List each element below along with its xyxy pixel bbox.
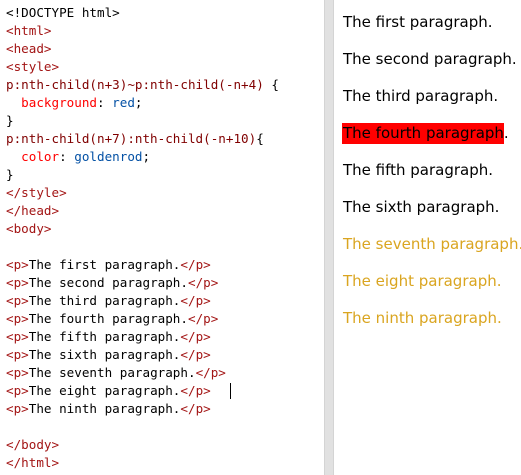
code-token: The fourth paragraph. — [28, 311, 188, 326]
preview-paragraph: The eight paragraph. — [343, 272, 502, 290]
code-line: <html> — [6, 22, 52, 40]
code-token: The ninth paragraph. — [28, 401, 181, 416]
code-line: <head> — [6, 40, 52, 58]
preview-paragraph: The second paragraph. — [343, 50, 517, 68]
text-caret — [230, 383, 231, 399]
code-line: p:nth-child(n+3)~p:nth-child(-n+4) { — [6, 76, 279, 94]
code-line: } — [6, 112, 14, 130]
code-token: color — [21, 149, 60, 164]
code-token: </p> — [180, 347, 211, 362]
code-token: <p> — [6, 293, 29, 308]
code-token: </p> — [180, 383, 211, 398]
code-token: The sixth paragraph. — [28, 347, 181, 362]
code-line: <p>The first paragraph.</p> — [6, 256, 211, 274]
code-line: p:nth-child(n+7):nth-child(-n+10){ — [6, 130, 264, 148]
code-token: p:nth-child(n+3)~p:nth-child(-n+4) — [6, 77, 264, 92]
pane-splitter[interactable] — [324, 0, 334, 475]
code-token: <p> — [6, 365, 29, 380]
preview-paragraph: The ninth paragraph. — [343, 309, 502, 327]
code-token: </p> — [187, 275, 219, 290]
code-token: The first paragraph. — [28, 257, 181, 272]
code-token: <p> — [6, 383, 29, 398]
code-token: <p> — [6, 275, 29, 290]
code-token: </html> — [6, 455, 60, 470]
code-token: red — [112, 95, 135, 110]
code-token: } — [6, 167, 14, 182]
code-token: <p> — [6, 311, 29, 326]
code-token: { — [263, 77, 279, 92]
code-token: </p> — [187, 311, 219, 326]
preview-paragraph: The seventh paragraph. — [343, 235, 521, 253]
code-token: <style> — [6, 59, 60, 74]
code-line: <p>The third paragraph.</p> — [6, 292, 211, 310]
code-line: <p>The fourth paragraph.</p> — [6, 310, 218, 328]
code-token: <p> — [6, 347, 29, 362]
code-editor[interactable]: <!DOCTYPE html> <html> <head> <style> p:nth-… — [0, 0, 324, 475]
code-token: goldenrod — [74, 149, 143, 164]
code-token: The seventh paragraph. — [28, 365, 196, 380]
code-line: <body> — [6, 220, 52, 238]
code-token: } — [6, 113, 14, 128]
code-line: </body> — [6, 436, 59, 454]
code-token: The eight paragraph. — [28, 383, 181, 398]
code-token: : — [59, 149, 75, 164]
code-token: { — [256, 131, 264, 146]
code-line: <!DOCTYPE html> — [6, 4, 120, 22]
code-token: : — [97, 95, 113, 110]
code-token: p:nth-child(n+7):nth-child(-n+10) — [6, 131, 257, 146]
code-token: </p> — [180, 257, 211, 272]
preview-paragraph: The third paragraph. — [343, 87, 499, 105]
code-token: </p> — [180, 401, 211, 416]
code-token: ; — [134, 95, 143, 110]
preview-paragraph: The first paragraph. — [343, 13, 493, 31]
code-token: The third paragraph. — [28, 293, 181, 308]
code-token: <p> — [6, 401, 29, 416]
preview-pane: The first paragraph. The second paragraph… — [334, 0, 521, 475]
code-line: <p>The fifth paragraph.</p> — [6, 328, 211, 346]
code-line: <p>The seventh paragraph.</p> — [6, 364, 226, 382]
code-token: background — [21, 95, 97, 110]
code-token: </head> — [6, 203, 60, 218]
code-token: <head> — [6, 41, 52, 56]
code-line: </style> — [6, 184, 67, 202]
code-token: </style> — [6, 185, 67, 200]
code-token: </p> — [180, 293, 211, 308]
code-line: </html> — [6, 454, 59, 472]
code-line: color: goldenrod; — [6, 148, 150, 166]
preview-paragraph: The fourth paragraph. — [342, 123, 509, 144]
preview-paragraph: The fifth paragraph. — [343, 161, 494, 179]
code-token: The fifth paragraph. — [28, 329, 181, 344]
code-line: </head> — [6, 202, 59, 220]
code-token: ; — [142, 149, 151, 164]
code-line: <style> — [6, 58, 59, 76]
code-line: <p>The sixth paragraph.</p> — [6, 346, 211, 364]
code-token: <!DOCTYPE html> — [6, 5, 120, 20]
code-line: } — [6, 166, 14, 184]
code-token: </p> — [180, 329, 211, 344]
code-token: The second paragraph. — [28, 275, 188, 290]
code-token: <p> — [6, 329, 29, 344]
code-line: <p>The second paragraph.</p> — [6, 274, 218, 292]
preview-paragraph: The sixth paragraph. — [343, 198, 500, 216]
code-token: <html> — [6, 23, 52, 38]
code-line: background: red; — [6, 94, 143, 112]
code-line: <p>The ninth paragraph.</p> — [6, 400, 211, 418]
code-token: <p> — [6, 257, 29, 272]
code-token: </p> — [195, 365, 226, 380]
code-token: </body> — [6, 437, 60, 452]
code-token: <body> — [6, 221, 52, 236]
code-line: <p>The eight paragraph.</p> — [6, 382, 211, 400]
